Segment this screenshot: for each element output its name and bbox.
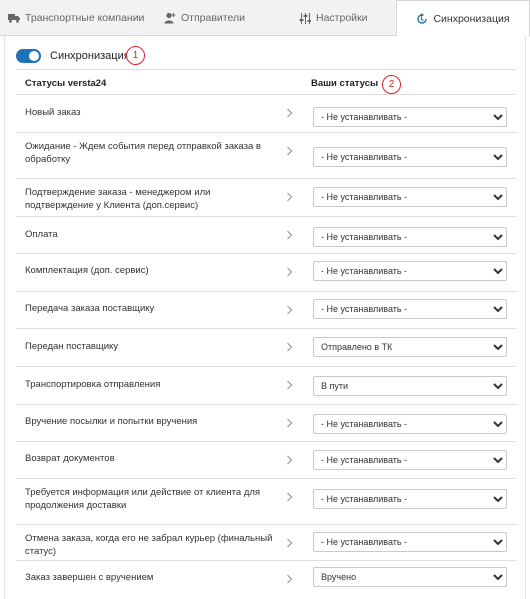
tab-label: Настройки bbox=[316, 12, 368, 24]
status-mapping-row: Ожидание - Ждем события перед отправкой … bbox=[16, 132, 516, 178]
status-mapping-row: Заказ завершен с вручением Вручено bbox=[16, 560, 516, 599]
your-status-select[interactable]: - Не устанавливать - bbox=[313, 227, 507, 247]
status-mapping-row: Передан поставщику Отправлено в ТК bbox=[16, 328, 516, 366]
your-status-select[interactable]: - Не устанавливать - bbox=[313, 187, 507, 207]
versta-status-label: Новый заказ bbox=[25, 107, 81, 118]
versta-status-label: Комплектация (доп. сервис) bbox=[25, 265, 149, 276]
sync-toggle[interactable] bbox=[16, 49, 41, 63]
your-status-select[interactable]: Вручено bbox=[313, 567, 507, 587]
versta-status-label: Подтверждение заказа - менеджером или по… bbox=[25, 187, 211, 211]
versta-status-label: Требуется информация или действие от кли… bbox=[25, 487, 261, 511]
column-header-versta-statuses: Статусы versta24 bbox=[25, 78, 107, 89]
status-mapping-row: Комплектация (доп. сервис) - Не устанавли… bbox=[16, 253, 516, 291]
chevron-right-icon bbox=[286, 192, 294, 202]
your-status-select[interactable]: - Не устанавливать - bbox=[313, 147, 507, 167]
chevron-right-icon bbox=[286, 455, 294, 465]
your-status-select[interactable]: - Не устанавливать - bbox=[313, 414, 507, 434]
chevron-right-icon bbox=[286, 418, 294, 428]
chevron-right-icon bbox=[286, 108, 294, 118]
tab-bar: Транспортные компании Отправители Настро… bbox=[0, 0, 530, 37]
status-mapping-row: Новый заказ - Не устанавливать - bbox=[16, 94, 516, 132]
chevron-right-icon bbox=[286, 574, 294, 584]
your-status-select[interactable]: - Не устанавливать - bbox=[313, 299, 507, 319]
versta-status-label: Заказ завершен с вручением bbox=[25, 572, 154, 583]
your-status-select[interactable]: - Не устанавливать - bbox=[313, 450, 507, 470]
your-status-select[interactable]: В пути bbox=[313, 376, 507, 396]
chevron-right-icon bbox=[286, 538, 294, 548]
status-mapping-row: Транспортировка отправления В пути bbox=[16, 366, 516, 404]
tab-label: Синхронизация bbox=[433, 12, 510, 25]
chevron-right-icon bbox=[286, 380, 294, 390]
chevron-right-icon bbox=[286, 492, 294, 502]
your-status-select[interactable]: - Не устанавливать - bbox=[313, 107, 507, 127]
your-status-select[interactable]: Отправлено в ТК bbox=[313, 337, 507, 357]
versta-status-label: Оплата bbox=[25, 229, 58, 240]
status-mapping-row: Возврат документов - Не устанавливать - bbox=[16, 441, 516, 478]
status-mapping-row: Вручение посылки и попытки вручения - Не … bbox=[16, 404, 516, 441]
tab-transport-companies[interactable]: Транспортные компании bbox=[8, 0, 144, 36]
status-mapping-row: Передача заказа поставщику - Не устанавли… bbox=[16, 291, 516, 328]
truck-icon bbox=[8, 12, 20, 24]
status-mapping-row: Подтверждение заказа - менеджером или по… bbox=[16, 178, 516, 216]
sync-toggle-label: Синхронизация bbox=[50, 50, 130, 62]
sliders-icon bbox=[299, 12, 311, 24]
chevron-right-icon bbox=[286, 146, 294, 156]
tab-label: Отправители bbox=[181, 12, 245, 24]
tab-label: Транспортные компании bbox=[25, 12, 145, 24]
tab-sync[interactable]: Синхронизация bbox=[396, 0, 530, 37]
your-status-select[interactable]: - Не устанавливать - bbox=[313, 261, 507, 281]
chevron-right-icon bbox=[286, 230, 294, 240]
annotation-badge-1: 1 bbox=[126, 46, 145, 65]
chevron-right-icon bbox=[286, 342, 294, 352]
your-status-select[interactable]: - Не устанавливать - bbox=[313, 532, 507, 552]
versta-status-label: Транспортировка отправления bbox=[25, 379, 161, 390]
tab-senders[interactable]: Отправители bbox=[164, 0, 245, 36]
status-mapping-row: Оплата - Не устанавливать - bbox=[16, 216, 516, 253]
status-mapping-row: Отмена заказа, когда его не забрал курье… bbox=[16, 524, 516, 560]
versta-status-label: Отмена заказа, когда его не забрал курье… bbox=[25, 533, 273, 557]
divider bbox=[16, 69, 516, 70]
your-status-select[interactable]: - Не устанавливать - bbox=[313, 489, 507, 509]
versta-status-label: Ожидание - Ждем события перед отправкой … bbox=[25, 141, 261, 165]
versta-status-label: Передан поставщику bbox=[25, 341, 119, 352]
annotation-badge-2: 2 bbox=[382, 75, 401, 94]
chevron-right-icon bbox=[286, 305, 294, 315]
versta-status-label: Вручение посылки и попытки вручения bbox=[25, 416, 198, 427]
sync-toggle-row: Синхронизация bbox=[16, 47, 130, 65]
versta-status-label: Возврат документов bbox=[25, 453, 115, 464]
column-header-your-statuses: Ваши статусы bbox=[311, 78, 379, 89]
tab-settings[interactable]: Настройки bbox=[299, 0, 368, 36]
sync-icon bbox=[416, 12, 428, 25]
chevron-right-icon bbox=[286, 267, 294, 277]
user-icon bbox=[164, 12, 176, 24]
status-mapping-row: Требуется информация или действие от кли… bbox=[16, 478, 516, 524]
versta-status-label: Передача заказа поставщику bbox=[25, 303, 155, 314]
